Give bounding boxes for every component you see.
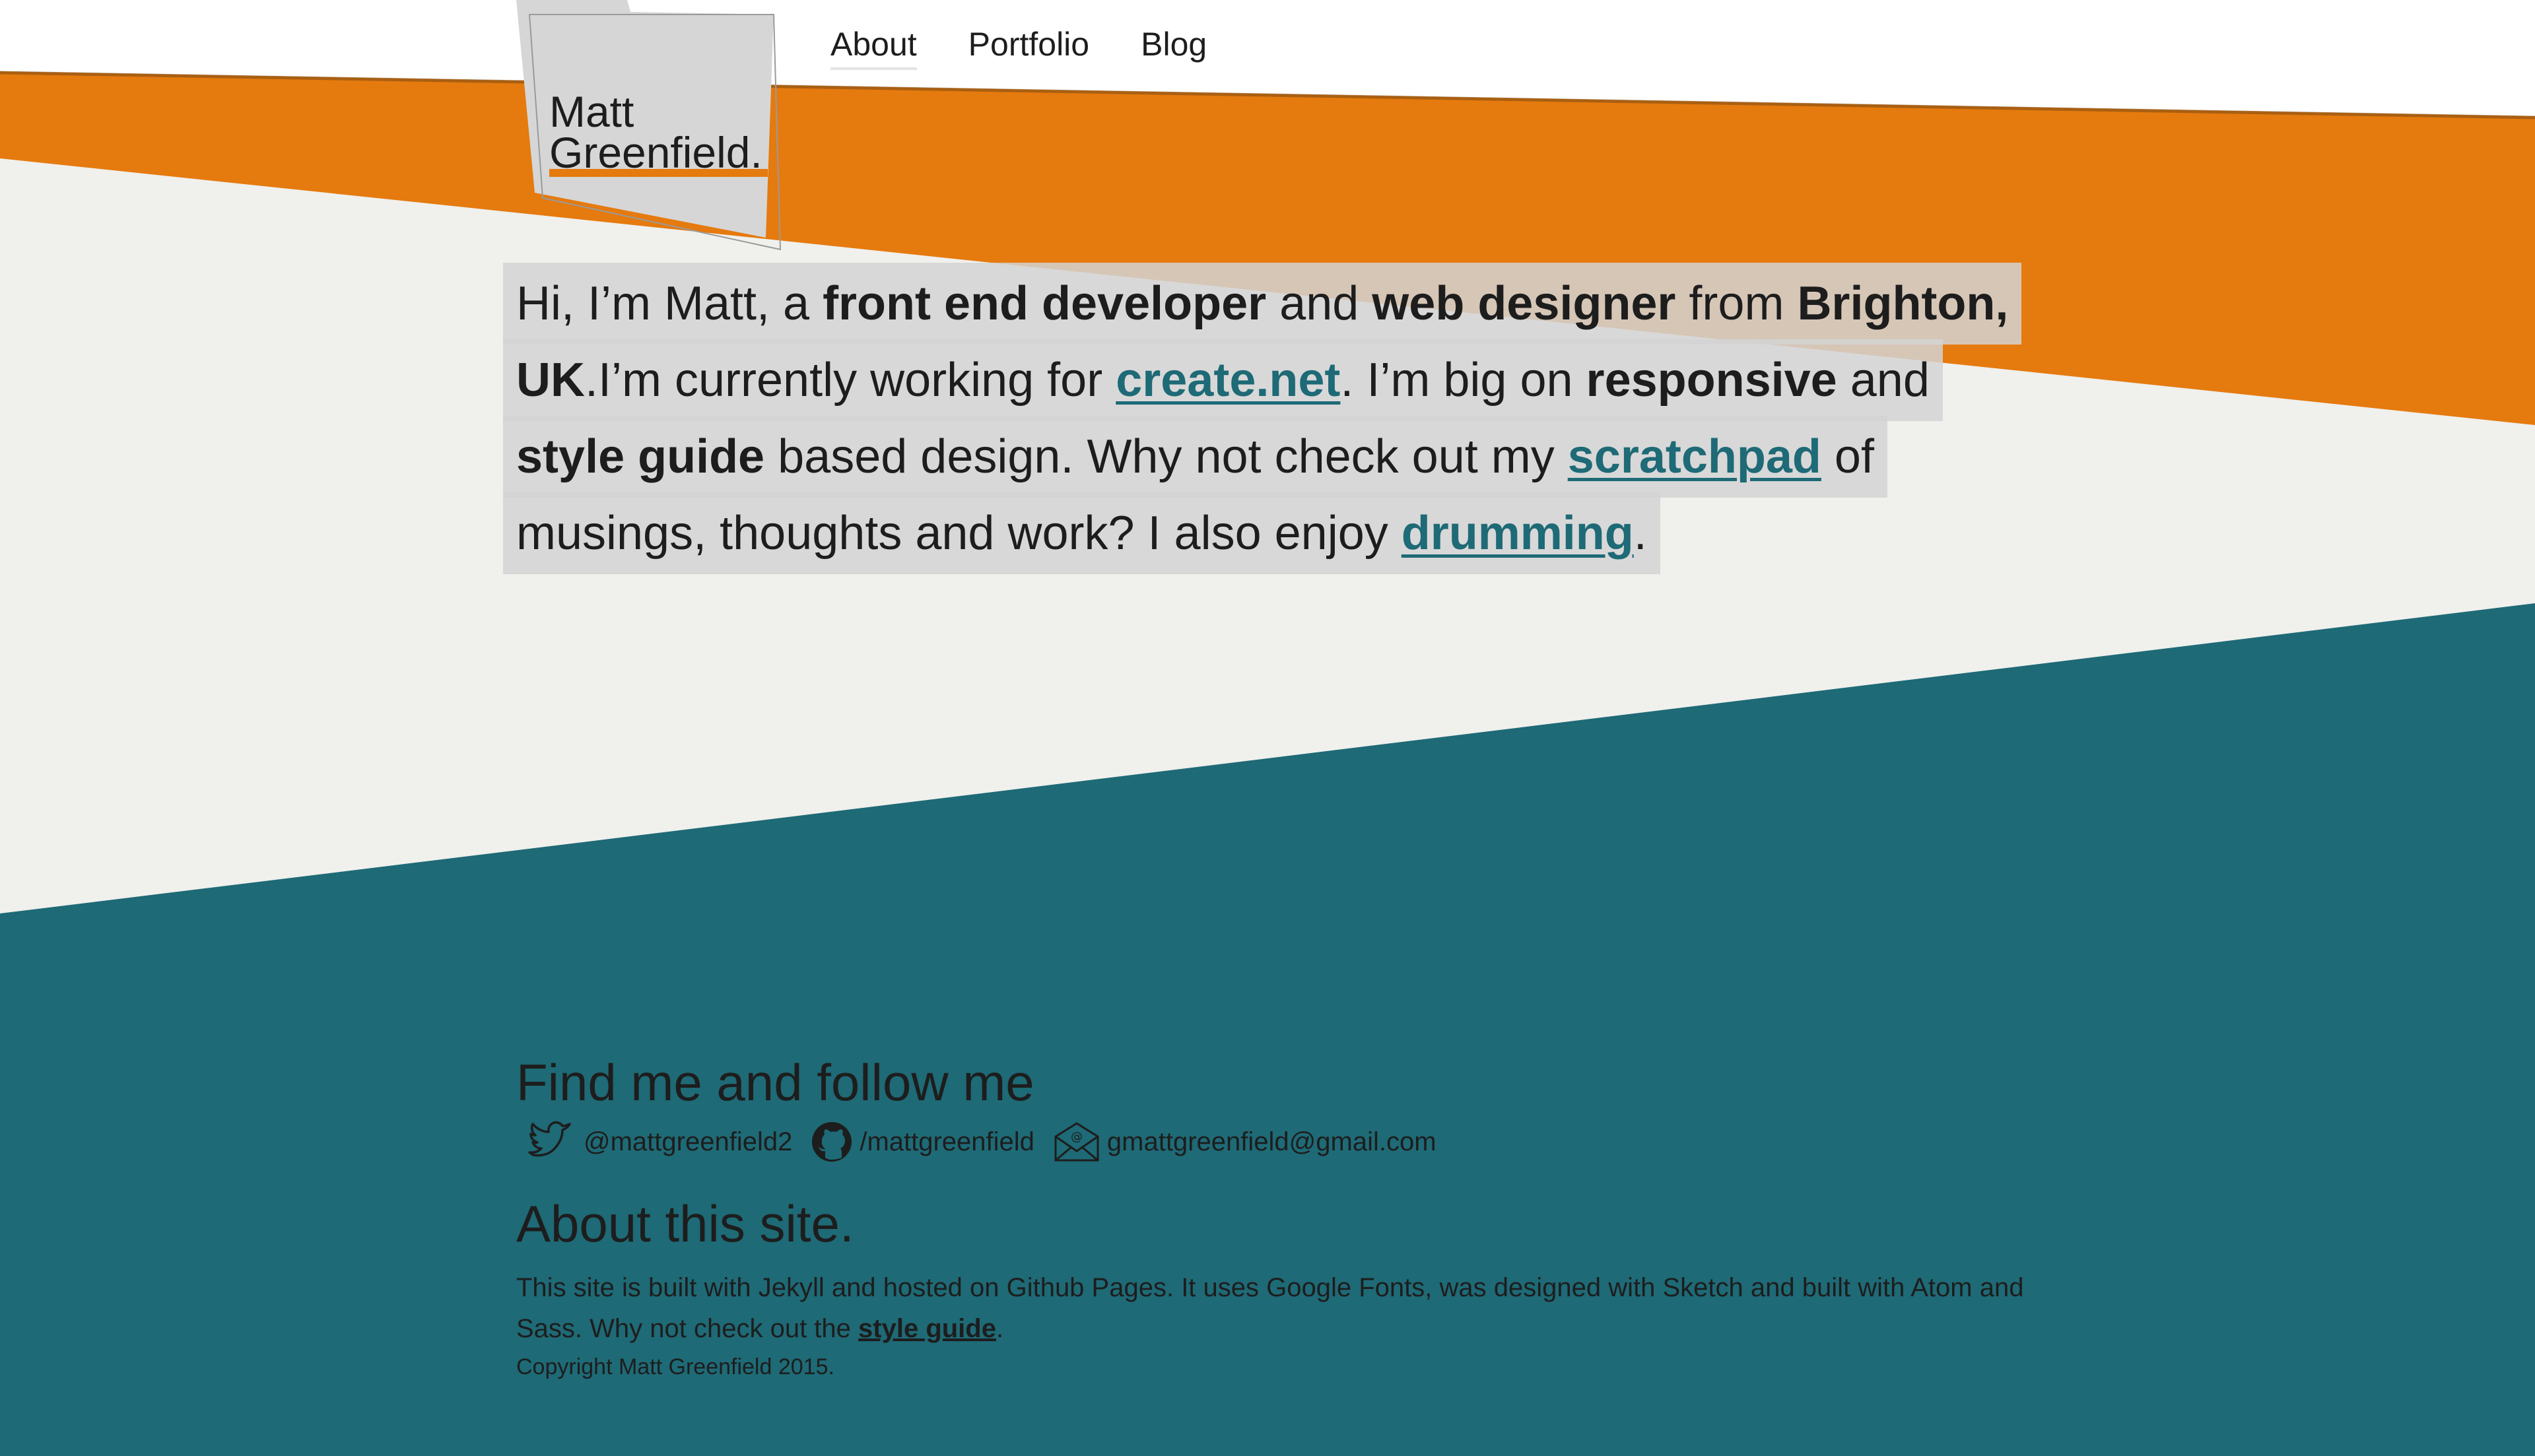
intro-text: . I’m big on: [1340, 354, 1586, 407]
intro-role-1: front end developer: [823, 277, 1267, 330]
about-heading: About this site.: [516, 1195, 854, 1253]
social-links: @mattgreenfield2 /mattgreenfield @ gmatt…: [528, 1121, 2035, 1163]
main-nav: About Portfolio Blog: [830, 25, 1207, 70]
style-guide-link[interactable]: style guide: [858, 1314, 996, 1343]
nav-blog[interactable]: Blog: [1141, 25, 1207, 70]
logo-last-name: Greenfield.: [549, 128, 768, 177]
about-text: This site is built with Jekyll and hoste…: [516, 1267, 2035, 1349]
logo-first-name: Matt: [549, 87, 634, 136]
intro-highlight: Hi, I’m Matt, a front end developer and …: [503, 263, 2022, 574]
intro-text: .: [1633, 507, 1647, 560]
social-github[interactable]: /mattgreenfield: [811, 1121, 1034, 1163]
github-handle: /mattgreenfield: [860, 1127, 1034, 1156]
intro-text: based design. Why not check out my: [764, 430, 1568, 483]
twitter-icon: [528, 1121, 571, 1157]
intro-text: .I’m currently working for: [585, 354, 1116, 407]
intro-text: and: [1266, 277, 1372, 330]
social-twitter[interactable]: @mattgreenfield2: [528, 1121, 792, 1163]
email-icon: @: [1054, 1122, 1099, 1162]
site-logo[interactable]: Matt Greenfield.: [515, 0, 792, 251]
link-scratchpad[interactable]: scratchpad: [1568, 430, 1821, 483]
footer: Find me and follow me @mattgreenfield2 /…: [516, 1049, 2035, 1383]
intro-style-guide: style guide: [516, 430, 765, 483]
about-body: This site is built with Jekyll and hoste…: [516, 1273, 2024, 1343]
intro-section: Hi, I’m Matt, a front end developer and …: [503, 263, 2022, 574]
copyright: Copyright Matt Greenfield 2015.: [516, 1354, 834, 1379]
follow-heading: Find me and follow me: [516, 1053, 1034, 1111]
intro-text: from: [1675, 277, 1798, 330]
about-end: .: [996, 1314, 1004, 1343]
intro-text: and: [1837, 354, 1930, 407]
nav-about[interactable]: About: [830, 25, 917, 70]
intro-text: Hi, I’m Matt, a: [516, 277, 823, 330]
intro-responsive: responsive: [1586, 354, 1837, 407]
link-drumming[interactable]: drumming: [1402, 507, 1634, 560]
social-email[interactable]: @ gmattgreenfield@gmail.com: [1053, 1121, 1436, 1163]
twitter-handle: @mattgreenfield2: [584, 1127, 793, 1156]
logo-text: Matt Greenfield.: [549, 87, 768, 177]
github-icon: [812, 1122, 852, 1162]
intro-role-2: web designer: [1372, 277, 1676, 330]
nav-portfolio[interactable]: Portfolio: [968, 25, 1089, 70]
email-address: gmattgreenfield@gmail.com: [1106, 1127, 1436, 1156]
link-create-net[interactable]: create.net: [1116, 354, 1340, 407]
intro-paragraph: Hi, I’m Matt, a front end developer and …: [503, 263, 2022, 574]
svg-text:@: @: [1071, 1130, 1083, 1144]
